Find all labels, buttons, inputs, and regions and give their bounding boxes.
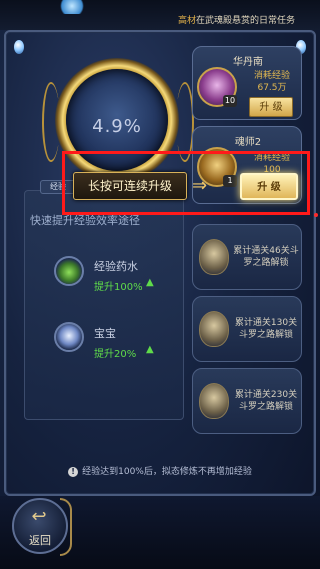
red-dot-marker [314, 213, 318, 217]
exp-potion-gain: 提升100% [94, 282, 143, 293]
card-title: 华丹南 [233, 57, 263, 68]
top-orb-icon [60, 0, 84, 14]
long-press-hint: 长按可连续升级 [73, 172, 187, 200]
exp-cap-note: ! 经验达到100%后，拟态修炼不再增加经验 [20, 464, 300, 478]
lock-icon [199, 383, 229, 419]
up-arrow-icon: ▲ [146, 277, 154, 288]
level-badge: 10 [223, 95, 237, 107]
lock-icon [199, 311, 229, 347]
card-cost-value: 67.5万 [257, 83, 287, 93]
unlock-condition: 累计通关130关斗罗之路解锁 [234, 318, 298, 340]
announcement-ticker: 高材在武魂殿悬赏的日常任务 [178, 13, 320, 27]
card-cost-label: 消耗经验 [253, 71, 290, 81]
unlock-condition: 累计通关230关斗罗之路解锁 [234, 390, 298, 412]
pet-name: 宝宝 [94, 327, 116, 340]
back-arc-decoration [60, 498, 72, 556]
locked-slot: 累计通关130关斗罗之路解锁 [192, 296, 302, 362]
arrow-right-icon: ⇒ [192, 175, 208, 196]
unlock-condition: 累计通关46关斗罗之路解锁 [233, 246, 299, 268]
character-card: 华丹南 10 消耗经验 67.5万 升 级 [192, 46, 302, 120]
back-label: 返回 [29, 534, 51, 547]
exp-potion-icon[interactable] [54, 256, 84, 286]
upgrade-button-highlighted[interactable]: 升 级 [240, 173, 298, 200]
ticker-highlight: 高材 [178, 16, 197, 26]
exp-cap-text: 经验达到100%后，拟态修炼不再增加经验 [82, 467, 252, 477]
exp-percent: 4.9% [92, 116, 142, 137]
ticker-text: 在武魂殿悬赏的日常任务 [196, 16, 296, 26]
upgrade-button[interactable]: 升 级 [249, 97, 293, 117]
locked-slot: 累计通关46关斗罗之路解锁 [192, 224, 302, 290]
warning-icon: ! [68, 467, 79, 477]
pet-icon[interactable] [54, 322, 84, 352]
up-arrow-icon: ▲ [146, 344, 154, 355]
locked-slot: 累计通关230关斗罗之路解锁 [192, 368, 302, 434]
lock-icon [199, 239, 229, 275]
card-title: 魂师2 [234, 137, 262, 148]
back-arrow-icon: ↩ [31, 506, 47, 527]
exp-potion-name: 经验药水 [94, 260, 138, 273]
frame-gem-icon [14, 40, 24, 54]
pet-gain: 提升20% [94, 349, 137, 360]
